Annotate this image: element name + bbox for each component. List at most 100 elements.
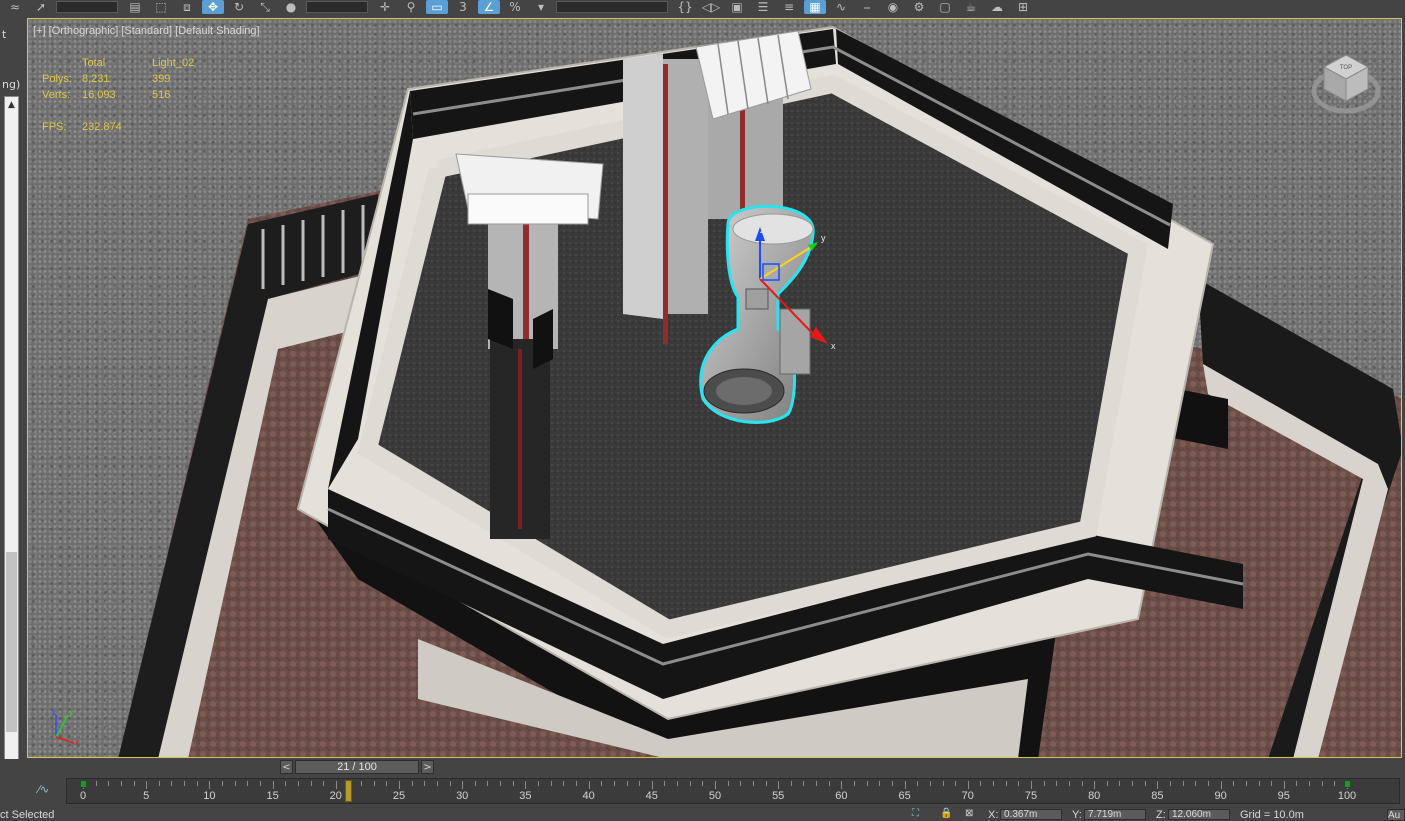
- status-bar: ct Selected ⛶ 🔒 ⊠ X: 0.367m Y: 7.719m Z:…: [0, 806, 1405, 821]
- timeline-tick: [993, 781, 995, 786]
- timeline-tick: [184, 781, 186, 786]
- toggle-ribbon-icon[interactable]: ▦: [804, 0, 826, 14]
- mirror-icon[interactable]: ◁▷: [700, 0, 722, 14]
- render-production-icon[interactable]: ☕: [960, 0, 982, 14]
- timeline-tick: [626, 781, 628, 786]
- toolbar-button-group: ≈ ➚ ▤ ⬚ ⧈ ✥ ↻ ⤡ ● ✛ ⚲ ▭ 3 ∠% ▾ {} ◁▷ ▣ ☰ ≡ ▦ ∿ ⎯ ◉ ⚙ ▢ ☕ ☁ ⊞: [4, 0, 1038, 14]
- mini-curve-editor-icon[interactable]: ⁄∿: [38, 783, 58, 797]
- timeline-tick: [158, 781, 160, 786]
- selection-status-text: ct Selected: [0, 809, 55, 821]
- select-and-scale-icon[interactable]: ⤡: [254, 0, 276, 14]
- select-and-place-icon[interactable]: ●: [280, 0, 302, 14]
- panel-scrollbar[interactable]: ▲ ▼: [4, 96, 19, 774]
- timeline-tick: [1233, 781, 1235, 786]
- timeline-tick: [1043, 781, 1045, 786]
- toolbar-dropdown-field[interactable]: [556, 1, 668, 13]
- timeline-tick: [310, 781, 312, 786]
- viewport-label-menu[interactable]: [+] [Orthographic] [Standard] [Default S…: [33, 25, 260, 37]
- a360-gallery-icon[interactable]: ⊞: [1012, 0, 1034, 14]
- timeline-tick: [752, 781, 754, 786]
- auto-key-button[interactable]: Au: [1387, 809, 1405, 821]
- curve-editor-icon[interactable]: ∿: [830, 0, 852, 14]
- spinner-snap-icon[interactable]: ▾: [530, 0, 552, 14]
- scroll-thumb[interactable]: [6, 552, 17, 732]
- timeline-tick: [816, 781, 818, 786]
- timeline-tick: [1144, 781, 1146, 786]
- timeline-tick: [778, 781, 780, 789]
- toolbar-dropdown-field[interactable]: [56, 1, 118, 13]
- timeline-tick: [1195, 781, 1197, 786]
- timeline-tick: [967, 781, 969, 789]
- rectangular-selection-icon[interactable]: ⬚: [150, 0, 172, 14]
- tripod-z-label: z: [52, 708, 56, 717]
- angle-snap-icon[interactable]: ∠: [478, 0, 500, 14]
- current-frame-marker[interactable]: [345, 780, 353, 802]
- main-toolbar: ≈ ➚ ▤ ⬚ ⧈ ✥ ↻ ⤡ ● ✛ ⚲ ▭ 3 ∠% ▾ {} ◁▷ ▣ ☰ ≡ ▦ ∿ ⎯ ◉ ⚙ ▢ ☕ ☁ ⊞: [0, 0, 1405, 16]
- tripod-y-label: y: [69, 708, 73, 717]
- bind-spacewarp-icon[interactable]: ≈: [4, 0, 26, 14]
- timeline-tick-label: 95: [1277, 790, 1290, 802]
- scroll-up-arrow-icon[interactable]: ▲: [5, 97, 18, 113]
- select-and-rotate-icon[interactable]: ↻: [228, 0, 250, 14]
- timeline-tick-label: 30: [456, 790, 469, 802]
- select-and-move-icon[interactable]: ✥: [202, 0, 224, 14]
- keyframe-marker[interactable]: [1344, 780, 1351, 788]
- named-selection-icon[interactable]: {}: [674, 0, 696, 14]
- window-crossing-icon[interactable]: ⧈: [176, 0, 198, 14]
- time-slider: < 21 / 100 >: [0, 759, 1405, 776]
- timeline-tick-label: 45: [645, 790, 658, 802]
- absolute-mode-icon[interactable]: ⊠: [965, 808, 979, 819]
- isolate-selection-icon[interactable]: ⛶: [912, 808, 926, 819]
- render-setup-icon[interactable]: ⚙: [908, 0, 930, 14]
- time-slider-thumb[interactable]: 21 / 100: [295, 760, 419, 774]
- rendered-frame-window-icon[interactable]: ▢: [934, 0, 956, 14]
- timeline-tick: [1170, 781, 1172, 786]
- timeline-tick: [146, 781, 148, 789]
- align-icon[interactable]: ▣: [726, 0, 748, 14]
- timeline-tick: [449, 781, 451, 786]
- render-in-cloud-icon[interactable]: ☁: [986, 0, 1008, 14]
- select-object-icon[interactable]: ➚: [30, 0, 52, 14]
- timeline-tick: [601, 781, 603, 786]
- time-slider-next-button[interactable]: >: [421, 760, 434, 774]
- keyframe-marker[interactable]: [80, 780, 87, 788]
- timeline-tick-label: 15: [266, 790, 279, 802]
- toolbar-dropdown-field[interactable]: [306, 1, 368, 13]
- use-pivot-center-icon[interactable]: ✛: [374, 0, 396, 14]
- keyboard-shortcut-override-icon[interactable]: ▭: [426, 0, 448, 14]
- selection-lock-icon[interactable]: 🔒: [940, 808, 952, 819]
- timeline-tick: [715, 781, 716, 789]
- timeline-tick-label: 80: [1088, 790, 1101, 802]
- scene-explorer-icon[interactable]: ☰: [752, 0, 774, 14]
- viewcube-top-label: TOP: [1340, 65, 1352, 71]
- snaps-toggle-icon[interactable]: 3: [452, 0, 474, 14]
- timeline-tick-label: 55: [772, 790, 785, 802]
- viewcube-icon[interactable]: TOP: [1310, 49, 1382, 117]
- timeline-tick-label: 10: [203, 790, 216, 802]
- z-coord-field[interactable]: 12.060m: [1168, 809, 1230, 820]
- select-manipulate-icon[interactable]: ⚲: [400, 0, 422, 14]
- timeline-ruler[interactable]: 0 5 10 15 20 25 30 35 40 45 50 55 60 65 70 75 80 85 90 95 10…: [66, 778, 1400, 804]
- layer-explorer-icon[interactable]: ≡: [778, 0, 800, 14]
- panel-text-top: t: [2, 28, 7, 41]
- timeline-tick: [411, 781, 413, 786]
- y-coord-field[interactable]: 7.719m: [1084, 809, 1146, 820]
- timeline-tick: [1081, 781, 1083, 786]
- timeline-tick: [664, 781, 666, 786]
- schematic-view-icon[interactable]: ⎯: [856, 0, 878, 14]
- timeline-tick: [373, 781, 375, 786]
- x-coord-field[interactable]: 0.367m: [1000, 809, 1062, 820]
- time-slider-prev-button[interactable]: <: [280, 760, 293, 774]
- timeline-tick: [1132, 781, 1134, 786]
- timeline-tick: [95, 781, 97, 786]
- perspective-viewport[interactable]: z y x [+] [Orthographic] [Standard] [Def…: [27, 18, 1402, 758]
- timeline-tick: [436, 781, 438, 786]
- percent-snap-icon[interactable]: %: [504, 0, 526, 14]
- timeline-tick-label: 25: [392, 790, 406, 802]
- timeline-tick: [323, 781, 325, 786]
- scene-render[interactable]: z y x: [28, 19, 1402, 758]
- material-editor-icon[interactable]: ◉: [882, 0, 904, 14]
- timeline-tick-label: 65: [898, 790, 911, 802]
- timeline-tick: [1094, 781, 1096, 789]
- select-by-name-icon[interactable]: ▤: [124, 0, 146, 14]
